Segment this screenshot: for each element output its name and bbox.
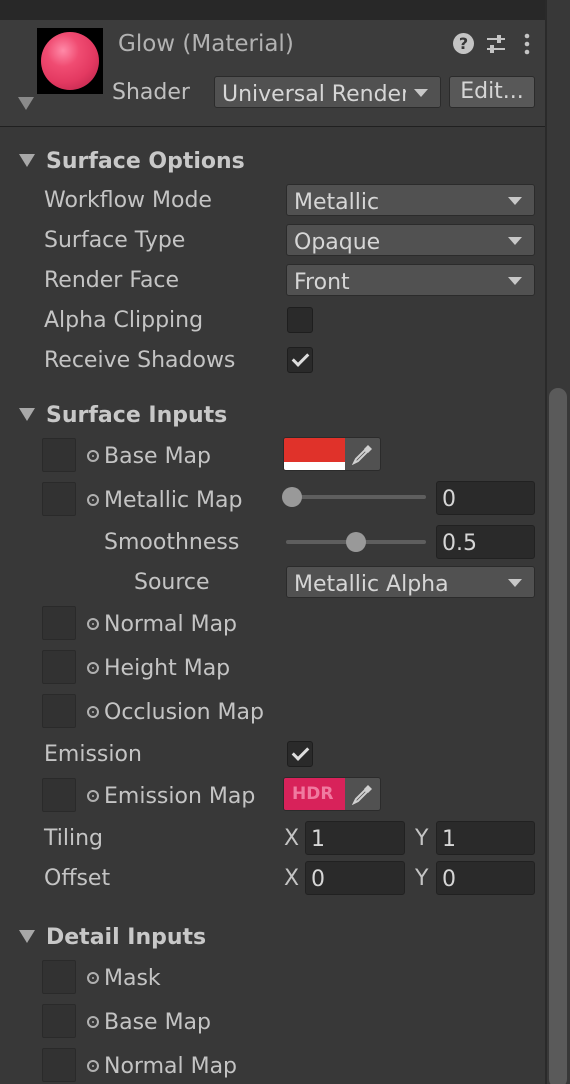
tiling-x-value: 1: [311, 827, 325, 852]
surface-options-foldout-icon[interactable]: [19, 154, 35, 167]
occlusion-map-label: Occlusion Map: [104, 700, 264, 725]
offset-y-field[interactable]: 0: [436, 861, 535, 895]
tiling-y-field[interactable]: 1: [436, 821, 535, 855]
metallic-value-field[interactable]: 0: [436, 481, 535, 515]
detail-mask-texture-slot[interactable]: [42, 960, 76, 994]
height-map-texture-slot[interactable]: [42, 650, 76, 684]
detail-normal-map-texture-slot[interactable]: [42, 1048, 76, 1082]
detail-base-map-label: Base Map: [104, 1010, 211, 1035]
alpha-clipping-label: Alpha Clipping: [44, 308, 204, 333]
detail-base-map-texture-slot[interactable]: [42, 1004, 76, 1038]
base-color-field[interactable]: [283, 437, 381, 471]
shader-label: Shader: [112, 80, 190, 105]
tiling-y-value: 1: [442, 827, 456, 852]
eyedropper-icon[interactable]: [350, 443, 374, 465]
source-label: Source: [134, 570, 210, 595]
normal-map-texture-slot[interactable]: [42, 606, 76, 640]
material-inspector: Glow (Material) ? Shader Universal Rende…: [0, 0, 570, 1084]
detail-inputs-foldout-icon[interactable]: [19, 930, 35, 943]
object-picker-icon[interactable]: [87, 618, 99, 630]
smoothness-slider-handle[interactable]: [346, 532, 366, 552]
smoothness-value-field[interactable]: 0.5: [436, 525, 535, 559]
offset-y-label[interactable]: Y: [415, 868, 428, 890]
object-picker-icon[interactable]: [87, 450, 99, 462]
height-map-label: Height Map: [104, 656, 231, 681]
smoothness-label: Smoothness: [104, 530, 240, 555]
alpha-bar: [284, 462, 345, 470]
more-options-icon[interactable]: [523, 33, 531, 55]
scrollbar-thumb[interactable]: [549, 388, 567, 1084]
smoothness-value: 0.5: [442, 531, 477, 556]
presets-icon[interactable]: [485, 33, 507, 55]
occlusion-map-texture-slot[interactable]: [42, 694, 76, 728]
surface-type-dropdown[interactable]: Opaque: [286, 224, 535, 256]
detail-inputs-header[interactable]: Detail Inputs: [46, 925, 206, 950]
metallic-slider-track[interactable]: [286, 495, 426, 499]
offset-y-value: 0: [442, 867, 456, 892]
metallic-map-label: Metallic Map: [104, 488, 243, 513]
receive-shadows-label: Receive Shadows: [44, 348, 236, 373]
emission-checkbox[interactable]: [287, 741, 313, 767]
tiling-y-label[interactable]: Y: [415, 828, 428, 850]
offset-x-label[interactable]: X: [284, 868, 299, 890]
preview-sphere: [41, 32, 99, 90]
detail-normal-map-label: Normal Map: [104, 1054, 238, 1079]
hdr-label: HDR: [292, 784, 334, 804]
workflow-mode-label: Workflow Mode: [44, 188, 212, 213]
metallic-slider-handle[interactable]: [282, 487, 302, 507]
surface-type-label: Surface Type: [44, 228, 186, 253]
normal-map-label: Normal Map: [104, 612, 238, 637]
object-picker-icon[interactable]: [87, 1016, 99, 1028]
workflow-mode-value: Metallic: [294, 190, 380, 215]
emission-color-field[interactable]: HDR: [283, 777, 381, 811]
help-icon[interactable]: ?: [453, 33, 474, 54]
emission-map-label: Emission Map: [104, 784, 256, 809]
surface-options-header[interactable]: Surface Options: [46, 149, 245, 174]
offset-x-field[interactable]: 0: [305, 861, 405, 895]
header-foldout-icon[interactable]: [18, 97, 34, 110]
shader-dropdown[interactable]: Universal Render Pipeline/Lit: [214, 76, 441, 108]
chevron-down-icon: [508, 277, 522, 285]
tiling-x-label[interactable]: X: [284, 828, 299, 850]
top-strip: [0, 0, 545, 21]
surface-type-value: Opaque: [294, 230, 381, 255]
material-preview[interactable]: [37, 28, 103, 94]
emission-label: Emission: [44, 742, 142, 767]
tiling-x-field[interactable]: 1: [305, 821, 405, 855]
object-picker-icon[interactable]: [87, 790, 99, 802]
check-icon: [291, 349, 310, 367]
surface-inputs-foldout-icon[interactable]: [19, 408, 35, 421]
render-face-dropdown[interactable]: Front: [286, 264, 535, 296]
receive-shadows-checkbox[interactable]: [287, 347, 313, 373]
alpha-clipping-checkbox[interactable]: [287, 307, 313, 333]
object-picker-icon[interactable]: [87, 494, 99, 506]
object-picker-icon[interactable]: [87, 1060, 99, 1072]
chevron-down-icon: [508, 237, 522, 245]
object-picker-icon[interactable]: [87, 706, 99, 718]
source-value: Metallic Alpha: [294, 572, 449, 597]
eyedropper-icon[interactable]: [350, 783, 374, 805]
check-icon: [291, 743, 310, 761]
surface-inputs-header[interactable]: Surface Inputs: [46, 403, 227, 428]
chevron-down-icon: [414, 89, 428, 97]
metallic-value: 0: [442, 487, 456, 512]
chevron-down-icon: [508, 579, 522, 587]
object-picker-icon[interactable]: [87, 972, 99, 984]
edit-shader-button[interactable]: Edit...: [449, 76, 535, 108]
emission-map-texture-slot[interactable]: [42, 778, 76, 812]
material-title: Glow (Material): [118, 31, 294, 57]
metallic-map-texture-slot[interactable]: [42, 482, 76, 516]
detail-mask-label: Mask: [104, 966, 161, 991]
base-map-label: Base Map: [104, 444, 211, 469]
offset-label: Offset: [44, 866, 111, 891]
source-dropdown[interactable]: Metallic Alpha: [286, 566, 535, 598]
tiling-label: Tiling: [44, 826, 104, 851]
object-picker-icon[interactable]: [87, 662, 99, 674]
chevron-down-icon: [508, 197, 522, 205]
base-map-texture-slot[interactable]: [42, 438, 76, 472]
offset-x-value: 0: [311, 867, 325, 892]
render-face-label: Render Face: [44, 268, 180, 293]
workflow-mode-dropdown[interactable]: Metallic: [286, 184, 535, 216]
render-face-value: Front: [294, 270, 350, 295]
